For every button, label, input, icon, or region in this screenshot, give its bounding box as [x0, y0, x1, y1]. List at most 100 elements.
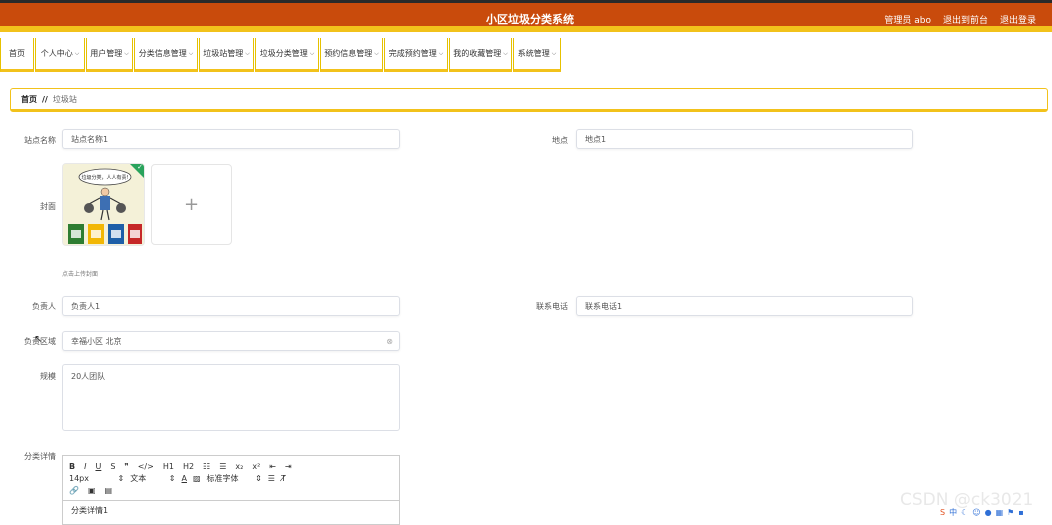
- font-size-value: 14px: [69, 473, 89, 483]
- station-name-label: 站点名称: [24, 136, 56, 145]
- keyboard-icon: ▦: [995, 508, 1004, 517]
- image-icon[interactable]: ▣: [88, 486, 96, 495]
- logout-link[interactable]: 退出登录: [1000, 13, 1036, 26]
- background-color-button[interactable]: ▨: [193, 474, 201, 483]
- chevron-down-icon: ⌵: [374, 49, 379, 57]
- breadcrumb-current: 垃圾站: [52, 94, 77, 104]
- text-color-button[interactable]: A: [182, 474, 187, 483]
- breadcrumb: 首页 // 垃圾站: [10, 88, 1048, 112]
- chevron-down-icon: ⌵: [74, 49, 80, 57]
- bold-button[interactable]: B: [69, 462, 75, 471]
- nav-item-profile[interactable]: 个人中心 ⌵: [35, 38, 85, 72]
- nav-label: 个人中心: [40, 49, 73, 58]
- nav-label: 预约信息管理: [324, 49, 373, 58]
- italic-button[interactable]: I: [84, 462, 86, 471]
- nav-label: 我的收藏管理: [453, 49, 502, 58]
- nav-item-garbage-category[interactable]: 垃圾分类管理 ⌵: [255, 38, 319, 72]
- indent-button[interactable]: ⇥: [285, 462, 292, 471]
- scale-textarea[interactable]: 20人团队: [62, 364, 400, 431]
- upload-add-button[interactable]: +: [151, 164, 232, 245]
- breadcrumb-home[interactable]: 首页: [21, 94, 37, 105]
- code-button[interactable]: </>: [138, 462, 154, 471]
- align-button[interactable]: ☰: [268, 474, 275, 483]
- superscript-button[interactable]: x²: [252, 462, 260, 471]
- chevron-down-icon: ⌵: [124, 49, 129, 57]
- clear-icon[interactable]: ⊗: [386, 337, 393, 346]
- manager-label: 负责人: [32, 302, 56, 311]
- h1-button[interactable]: H1: [163, 462, 174, 471]
- nav-item-users[interactable]: 用户管理 ⌵: [86, 38, 133, 72]
- nav-item-station[interactable]: 垃圾站管理 ⌵: [199, 38, 254, 72]
- quote-button[interactable]: ❞: [124, 462, 128, 471]
- area-value: 幸福小区 北京: [71, 336, 122, 346]
- subscript-button[interactable]: x₂: [235, 462, 243, 471]
- link-icon[interactable]: 🔗: [69, 486, 79, 495]
- nav-item-system[interactable]: 系统管理 ⌵: [513, 38, 561, 72]
- bullet-list-button[interactable]: ☰: [219, 462, 226, 471]
- underline-button[interactable]: U: [95, 462, 101, 471]
- strike-button[interactable]: S: [110, 462, 115, 471]
- top-bar: 小区垃圾分类系统 管理员 abo 退出到前台 退出登录: [0, 0, 1052, 32]
- editor-toolbar: B I U S ❞ </> H1 H2 ☷ ☰ x₂ x² ⇤ ⇥ 14px ⇕…: [63, 456, 399, 501]
- nav-item-reservation[interactable]: 预约信息管理 ⌵: [320, 38, 383, 72]
- chevron-down-icon: ⌵: [503, 49, 508, 57]
- plus-icon: +: [183, 194, 200, 215]
- main-nav: 首页 个人中心 ⌵ 用户管理 ⌵ 分类信息管理 ⌵ 垃圾站管理 ⌵ 垃圾分类管理 ⌵ 预约…: [0, 38, 562, 74]
- chevron-updown-icon: ⇕: [168, 473, 176, 483]
- language-icon: 中: [949, 508, 958, 517]
- manager-input[interactable]: 负责人1: [62, 296, 400, 316]
- chevron-updown-icon: ⇕: [117, 473, 125, 483]
- moon-icon: ☾: [961, 508, 969, 517]
- chevron-down-icon: ⌵: [245, 49, 250, 57]
- editor-toolbar-row-1: B I U S ❞ </> H1 H2 ☷ ☰ x₂ x² ⇤ ⇥: [69, 460, 393, 472]
- outdent-button[interactable]: ⇤: [269, 462, 276, 471]
- nav-item-completed[interactable]: 完成预约管理 ⌵: [384, 38, 448, 72]
- phone-label: 联系电话: [536, 302, 568, 311]
- chevron-down-icon: ⌵: [438, 49, 444, 57]
- shirt-icon: ⚑: [1007, 508, 1015, 517]
- clear-format-button[interactable]: T̸: [281, 474, 286, 483]
- location-label: 地点: [552, 136, 568, 145]
- editor-toolbar-row-3: 🔗 ▣ ▤: [69, 484, 393, 496]
- nav-label: 完成预约管理: [388, 49, 437, 58]
- input-method-icon: S: [940, 508, 946, 517]
- location-input[interactable]: 地点1: [576, 129, 913, 149]
- font-family-value: 标准字体: [206, 473, 239, 483]
- admin-label: 管理员 abo: [884, 16, 931, 26]
- font-size-select[interactable]: 14px ⇕: [69, 474, 124, 483]
- nav-item-favorites[interactable]: 我的收藏管理 ⌵: [449, 38, 512, 72]
- area-cascader[interactable]: 幸福小区 北京 ⊗: [62, 331, 400, 351]
- header-value: 文本: [130, 473, 147, 483]
- chevron-down-icon: ⌵: [551, 49, 557, 57]
- chevron-down-icon: ⌵: [188, 49, 194, 57]
- illustration-caption: 垃圾分类，人人有责!: [81, 174, 128, 181]
- nav-label: 垃圾分类管理: [259, 49, 308, 58]
- grid-icon: ▪: [1018, 508, 1024, 517]
- editor-content[interactable]: 分类详情1: [63, 501, 399, 520]
- back-to-frontend-link[interactable]: 退出到前台: [943, 13, 988, 26]
- scale-label: 规模: [40, 372, 56, 381]
- station-name-input[interactable]: 站点名称1: [62, 129, 400, 149]
- header-select[interactable]: 文本 ⇕: [130, 473, 175, 484]
- mouse-cursor-icon: ↖: [34, 334, 43, 345]
- ordered-list-button[interactable]: ☷: [203, 462, 210, 471]
- cover-label: 封面: [40, 202, 56, 211]
- rich-text-editor[interactable]: B I U S ❞ </> H1 H2 ☷ ☰ x₂ x² ⇤ ⇥ 14px ⇕…: [62, 455, 400, 525]
- nav-item-category-info[interactable]: 分类信息管理 ⌵: [134, 38, 198, 72]
- font-family-select[interactable]: 标准字体 ⇕: [207, 473, 262, 484]
- header-actions: 管理员 abo 退出到前台 退出登录: [884, 13, 1036, 26]
- nav-label: 首页: [9, 49, 25, 58]
- video-icon[interactable]: ▤: [105, 486, 113, 495]
- chevron-updown-icon: ⇕: [255, 473, 262, 483]
- h2-button[interactable]: H2: [183, 462, 194, 471]
- emoji-icon: ☺: [972, 508, 981, 517]
- detail-label: 分类详情: [24, 452, 56, 461]
- chevron-down-icon: ⌵: [309, 49, 315, 57]
- upload-hint: 点击上传封面: [62, 271, 99, 278]
- mic-icon: ●: [984, 508, 992, 517]
- nav-label: 分类信息管理: [138, 49, 187, 58]
- nav-item-home[interactable]: 首页: [0, 38, 34, 72]
- cover-image[interactable]: 垃圾分类，人人有责! ✓: [62, 163, 145, 246]
- nav-label: 用户管理: [90, 49, 123, 58]
- phone-input[interactable]: 联系电话1: [576, 296, 913, 316]
